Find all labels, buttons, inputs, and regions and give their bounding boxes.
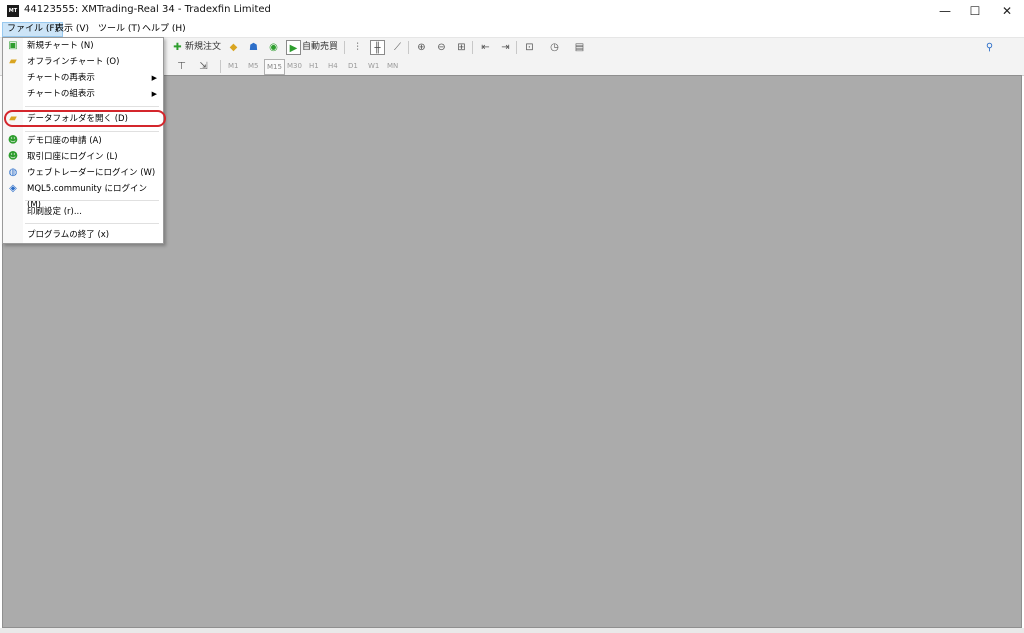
templates-icon[interactable]: ▤: [572, 40, 587, 55]
tile-windows-icon[interactable]: ⊞: [454, 40, 469, 55]
navigator-icon[interactable]: ☗: [246, 40, 261, 55]
timeframe-d1[interactable]: D1: [346, 59, 360, 73]
toolbar-separator: [408, 41, 409, 54]
crosshair-icon[interactable]: ⊤: [174, 59, 189, 74]
new-order-icon[interactable]: ✚: [170, 40, 185, 55]
bar-chart-icon[interactable]: ⫶: [350, 40, 365, 55]
timeframe-m1[interactable]: M1: [226, 59, 241, 73]
menu-item-label: 取引口座にログイン (L): [27, 152, 118, 162]
maximize-button[interactable]: ☐: [960, 0, 990, 22]
timeframe-m30[interactable]: M30: [285, 59, 304, 73]
toolbar-separator: [344, 41, 345, 54]
timeframe-h4[interactable]: H4: [326, 59, 340, 73]
new-order-button[interactable]: 新規注文: [185, 40, 221, 55]
highlight-annotation: [4, 110, 166, 127]
new-chart-icon: ▣: [8, 40, 18, 51]
menu-separator: [25, 131, 159, 132]
menu-separator: [25, 223, 159, 224]
community-icon: ◈: [9, 183, 17, 194]
timeframe-m15[interactable]: M15: [264, 59, 285, 75]
title-bar: MT 44123555: XMTrading-Real 34 - Tradexf…: [0, 0, 1024, 22]
objects-icon[interactable]: ⇲: [196, 59, 211, 74]
menu-item-new-chart[interactable]: ▣ 新規チャート (N): [3, 38, 163, 54]
close-button[interactable]: ✕: [992, 0, 1022, 22]
menu-item-label: 印刷設定 (r)...: [27, 207, 82, 217]
menu-item-reopen-chart[interactable]: チャートの再表示 ▶: [3, 70, 163, 86]
signals-icon[interactable]: ◉: [266, 40, 281, 55]
timeframe-w1[interactable]: W1: [366, 59, 381, 73]
menu-help[interactable]: ヘルプ (H): [138, 23, 190, 36]
menu-item-label: オフラインチャート (O): [27, 57, 120, 67]
toolbar-separator: [516, 41, 517, 54]
menu-item-label: チャートの組表示: [27, 89, 95, 99]
auto-scroll-icon[interactable]: ⇤: [478, 40, 493, 55]
menu-item-label: ウェブトレーダーにログイン (W): [27, 168, 156, 178]
zoom-in-icon[interactable]: ⊕: [414, 40, 429, 55]
menu-item-profiles[interactable]: チャートの組表示 ▶: [3, 86, 163, 102]
file-menu-dropdown: ▣ 新規チャート (N) ▰ オフラインチャート (O) チャートの再表示 ▶ …: [2, 37, 164, 244]
folder-icon: ▰: [9, 56, 17, 67]
menu-item-offline-chart[interactable]: ▰ オフラインチャート (O): [3, 54, 163, 70]
menu-item-login-webtrader[interactable]: ◍ ウェブトレーダーにログイン (W): [3, 165, 163, 181]
menu-tools[interactable]: ツール (T): [94, 23, 144, 36]
menu-item-login-mql5[interactable]: ◈ MQL5.community にログイン (M): [3, 181, 163, 210]
toolbar-separator: [220, 60, 221, 73]
candle-chart-icon[interactable]: ╫: [370, 40, 385, 55]
market-watch-icon[interactable]: ◆: [226, 40, 241, 55]
indicators-icon[interactable]: ⊡: [522, 40, 537, 55]
timeframe-mn[interactable]: MN: [385, 59, 400, 73]
user-login-icon: ☻: [7, 151, 19, 162]
menu-item-print-setup[interactable]: 印刷設定 (r)...: [3, 204, 163, 220]
timeframe-m5[interactable]: M5: [246, 59, 261, 73]
search-icon[interactable]: ⚲: [982, 40, 997, 55]
menu-item-label: プログラムの終了 (x): [27, 230, 110, 240]
app-logo-icon: MT: [7, 5, 19, 17]
menu-item-label: 新規チャート (N): [27, 41, 94, 51]
auto-trade-button[interactable]: 自動売買: [302, 40, 338, 55]
window-title: 44123555: XMTrading-Real 34 - Tradexfin …: [24, 4, 271, 15]
status-bar: [0, 628, 1024, 633]
periods-icon[interactable]: ◷: [547, 40, 562, 55]
menu-separator: [25, 106, 159, 107]
chart-shift-icon[interactable]: ⇥: [498, 40, 513, 55]
menu-bar: ファイル (F) 表示 (V) ツール (T) ヘルプ (H): [0, 22, 1024, 38]
line-chart-icon[interactable]: ⟋: [390, 40, 405, 55]
user-add-icon: ☻: [7, 135, 19, 146]
toolbar-separator: [472, 41, 473, 54]
menu-item-demo-account[interactable]: ☻ デモ口座の申請 (A): [3, 133, 163, 149]
menu-view[interactable]: 表示 (V): [51, 23, 93, 36]
menu-item-exit[interactable]: プログラムの終了 (x): [3, 227, 163, 243]
auto-trade-icon[interactable]: ▶: [286, 40, 301, 55]
globe-icon: ◍: [8, 167, 18, 178]
timeframe-h1[interactable]: H1: [307, 59, 321, 73]
minimize-button[interactable]: —: [930, 0, 960, 22]
submenu-arrow-icon: ▶: [151, 74, 157, 82]
menu-separator: [25, 200, 159, 201]
menu-item-label: デモ口座の申請 (A): [27, 136, 102, 146]
menu-item-login-trade-account[interactable]: ☻ 取引口座にログイン (L): [3, 149, 163, 165]
zoom-out-icon[interactable]: ⊖: [434, 40, 449, 55]
menu-item-label: チャートの再表示: [27, 73, 95, 83]
submenu-arrow-icon: ▶: [151, 90, 157, 98]
